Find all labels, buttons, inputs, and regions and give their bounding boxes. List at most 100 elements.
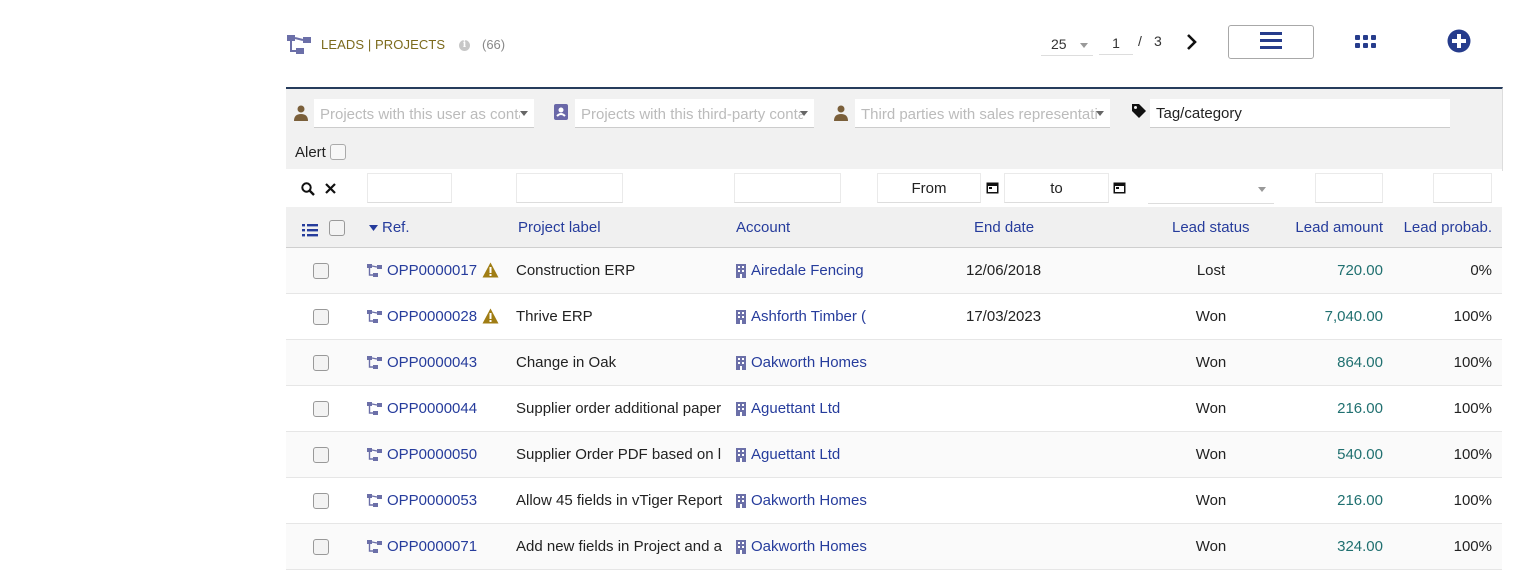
ref-link[interactable]: OPP0000053 xyxy=(387,492,477,509)
row-checkbox[interactable] xyxy=(313,263,329,279)
status-search-select[interactable] xyxy=(1148,173,1274,204)
next-page-icon[interactable] xyxy=(1183,30,1201,54)
search-icon[interactable] xyxy=(301,182,315,196)
info-icon[interactable]: i xyxy=(459,40,470,51)
chevron-down-icon xyxy=(800,111,808,116)
tag-category-label: Tag/category xyxy=(1156,105,1242,122)
row-checkbox[interactable] xyxy=(313,493,329,509)
lead-status: Lost xyxy=(1196,262,1226,279)
chevron-down-icon xyxy=(520,111,528,116)
user-contact-filter[interactable]: Projects with this user as contact xyxy=(314,99,534,128)
ref-link[interactable]: OPP0000017 xyxy=(387,262,477,279)
lead-amount: 216.00 xyxy=(1337,492,1383,509)
date-to-input[interactable]: to xyxy=(1004,173,1109,203)
column-project-label[interactable]: Project label xyxy=(518,219,601,236)
page-separator: / xyxy=(1138,33,1142,49)
add-icon[interactable] xyxy=(1447,29,1471,53)
alert-checkbox[interactable] xyxy=(330,144,346,160)
calendar-icon[interactable] xyxy=(986,181,999,194)
warning-icon xyxy=(482,262,499,278)
select-all-checkbox[interactable] xyxy=(329,220,345,236)
account-link[interactable]: Oakworth Homes xyxy=(751,492,869,509)
ref-link[interactable]: OPP0000071 xyxy=(387,538,477,555)
lead-amount: 720.00 xyxy=(1337,262,1383,279)
column-ref[interactable]: Ref. xyxy=(382,219,410,236)
row-checkbox[interactable] xyxy=(313,355,329,371)
project-icon xyxy=(367,402,382,415)
amount-search-input[interactable] xyxy=(1315,173,1383,203)
project-icon xyxy=(287,35,311,54)
column-account[interactable]: Account xyxy=(736,219,790,236)
thirdparty-contact-filter[interactable]: Projects with this third-party contact xyxy=(575,99,814,128)
project-icon xyxy=(367,264,382,277)
project-label: Add new fields in Project and a xyxy=(516,538,722,555)
ref-link[interactable]: OPP0000044 xyxy=(387,400,477,417)
account-link[interactable]: Oakworth Homes xyxy=(751,354,869,371)
page-total: 3 xyxy=(1154,33,1162,49)
project-label: Thrive ERP xyxy=(516,308,593,325)
lead-probability: 100% xyxy=(1453,400,1492,417)
column-end-date[interactable]: End date xyxy=(974,219,1034,236)
lead-probability: 100% xyxy=(1453,354,1492,371)
page-number-input[interactable]: 1 xyxy=(1099,32,1133,55)
project-label: Supplier Order PDF based on l xyxy=(516,446,722,463)
date-from-input[interactable]: From xyxy=(877,173,981,203)
row-checkbox[interactable] xyxy=(313,447,329,463)
row-checkbox[interactable] xyxy=(313,401,329,417)
lead-status: Won xyxy=(1195,446,1227,463)
label-search-input[interactable] xyxy=(516,173,623,203)
tag-icon xyxy=(1132,104,1146,118)
ref-link[interactable]: OPP0000028 xyxy=(387,308,477,325)
table-row[interactable]: OPP0000053 Allow 45 fields in vTiger Repo… xyxy=(286,478,1502,524)
project-icon xyxy=(367,310,382,323)
column-lead-probability[interactable]: Lead probab. xyxy=(1404,219,1492,236)
project-label: Change in Oak xyxy=(516,354,617,371)
tag-category-filter[interactable]: Tag/category xyxy=(1150,99,1450,128)
account-link[interactable]: Aguettant Ltd xyxy=(751,446,869,463)
list-header: LEADS | PROJECTS i (66) 25 1 / 3 xyxy=(286,25,1516,68)
company-icon xyxy=(736,494,746,508)
lead-probability: 100% xyxy=(1453,308,1492,325)
project-icon xyxy=(367,540,382,553)
page-size-select[interactable]: 25 xyxy=(1041,33,1093,56)
page-size-value: 25 xyxy=(1051,36,1067,52)
table-row[interactable]: OPP0000071 Add new fields in Project and … xyxy=(286,524,1502,570)
sort-desc-icon[interactable] xyxy=(369,225,378,231)
account-link[interactable]: Ashforth Timber ( xyxy=(751,308,869,325)
list-view-button[interactable] xyxy=(1228,25,1314,59)
chevron-down-icon xyxy=(1080,43,1088,48)
probability-search-input[interactable] xyxy=(1433,173,1492,203)
column-lead-amount[interactable]: Lead amount xyxy=(1295,219,1383,236)
clear-filter-icon[interactable] xyxy=(325,183,336,194)
row-checkbox[interactable] xyxy=(313,539,329,555)
project-label: Allow 45 fields in vTiger Report xyxy=(516,492,723,509)
account-link[interactable]: Aguettant Ltd xyxy=(751,400,869,417)
list-view-icon xyxy=(1260,32,1282,49)
calendar-icon[interactable] xyxy=(1113,181,1126,194)
table-row[interactable]: OPP0000017 Construction ERP Airedale Fenci… xyxy=(286,248,1502,294)
ref-link[interactable]: OPP0000043 xyxy=(387,354,477,371)
table-header: Ref. Project label Account End date Lead… xyxy=(286,207,1502,248)
ref-link[interactable]: OPP0000050 xyxy=(387,446,477,463)
account-link[interactable]: Airedale Fencing xyxy=(751,262,869,279)
kanban-view-icon[interactable] xyxy=(1354,32,1378,52)
lead-status: Won xyxy=(1195,308,1227,325)
lead-amount: 216.00 xyxy=(1337,400,1383,417)
table-row[interactable]: OPP0000044 Supplier order additional pape… xyxy=(286,386,1502,432)
lead-status: Won xyxy=(1195,538,1227,555)
ref-search-input[interactable] xyxy=(367,173,452,203)
row-checkbox[interactable] xyxy=(313,309,329,325)
lead-status: Won xyxy=(1195,492,1227,509)
sales-rep-filter[interactable]: Third parties with sales representative xyxy=(855,99,1110,128)
account-search-input[interactable] xyxy=(734,173,841,203)
table-row[interactable]: OPP0000050 Supplier Order PDF based on l A… xyxy=(286,432,1502,478)
column-selector-icon[interactable] xyxy=(302,223,318,237)
column-lead-status[interactable]: Lead status xyxy=(1172,219,1250,236)
lead-amount: 540.00 xyxy=(1337,446,1383,463)
end-date: 17/03/2023 xyxy=(966,308,1042,325)
chevron-down-icon xyxy=(1258,187,1266,192)
lead-amount: 324.00 xyxy=(1337,538,1383,555)
table-row[interactable]: OPP0000028 Thrive ERP Ashforth Timber ( 17/… xyxy=(286,294,1502,340)
account-link[interactable]: Oakworth Homes xyxy=(751,538,869,555)
table-row[interactable]: OPP0000043 Change in Oak Oakworth Homes Won… xyxy=(286,340,1502,386)
